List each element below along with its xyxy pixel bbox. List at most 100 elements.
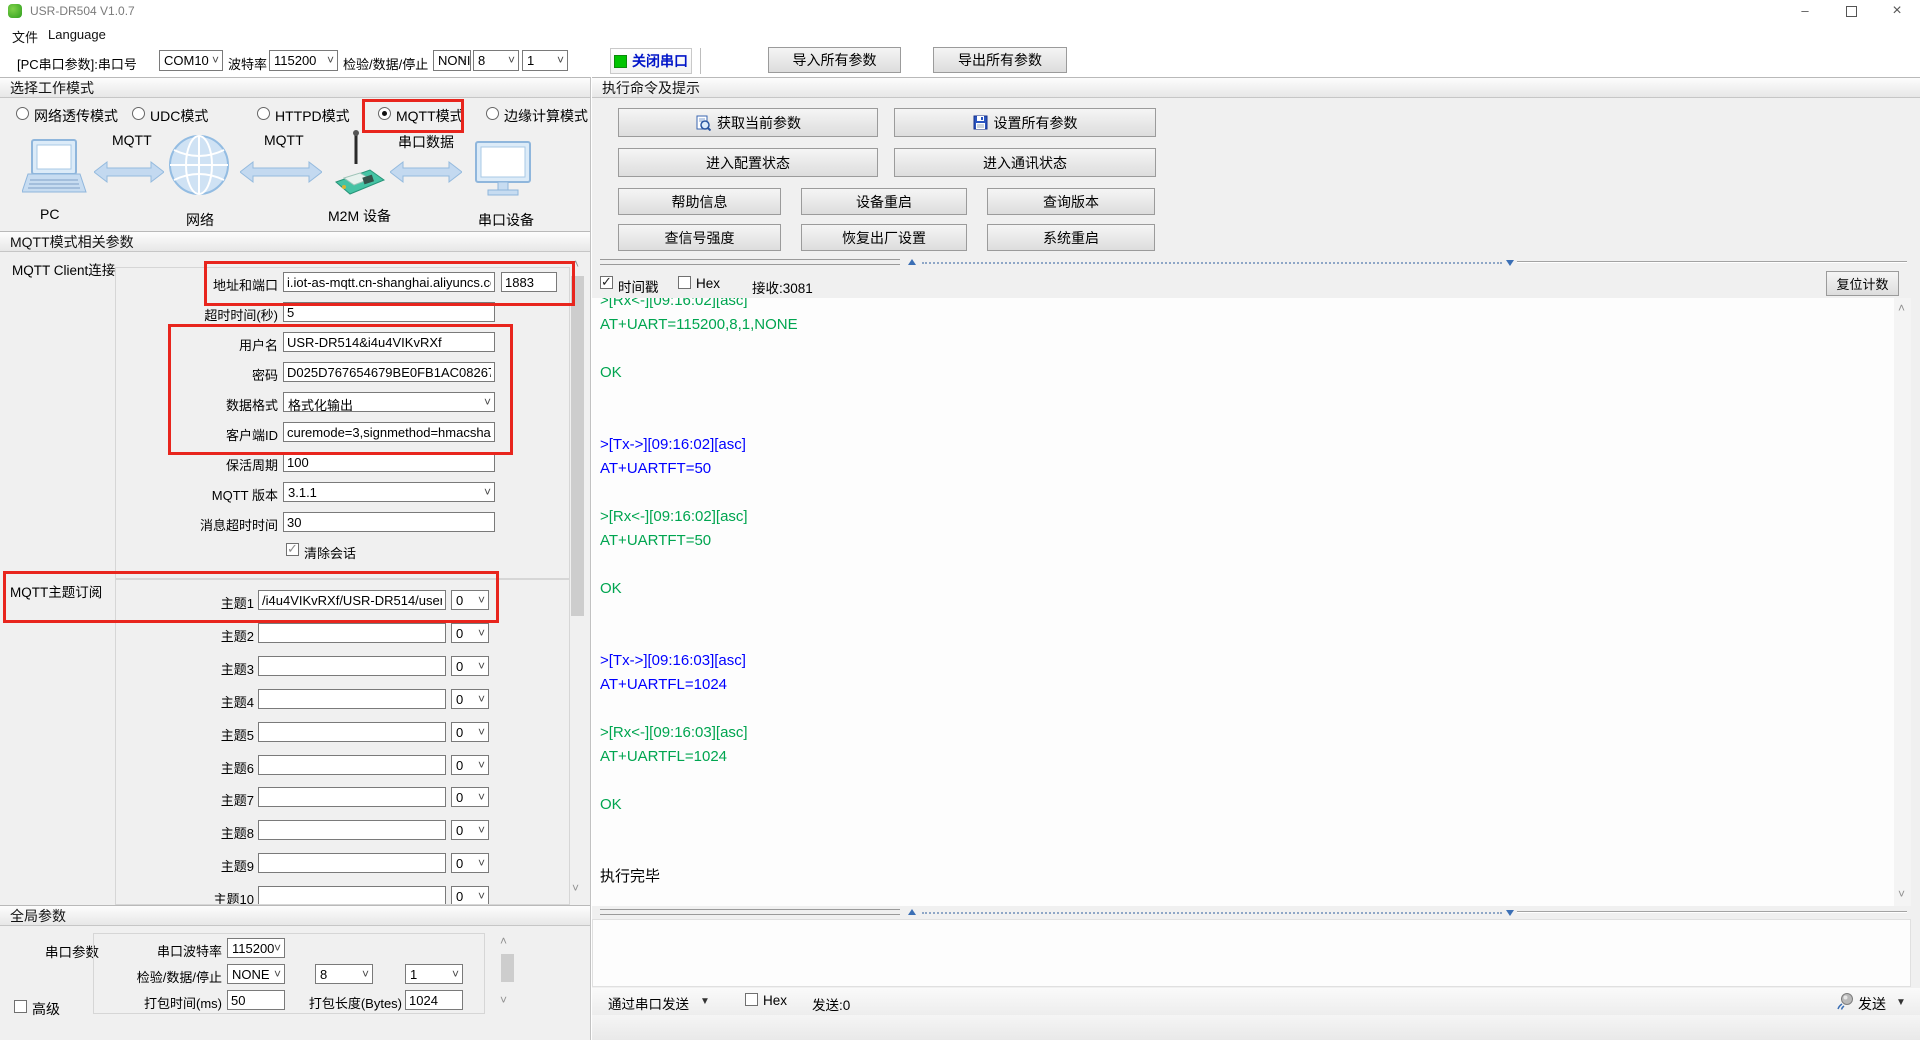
- baud-select[interactable]: 115200: [269, 50, 338, 71]
- stopbits-select[interactable]: 1: [522, 50, 568, 71]
- log-hscrollbar-top[interactable]: [592, 257, 1911, 268]
- topic-qos-select[interactable]: 0: [451, 853, 489, 874]
- signal-strength-button[interactable]: 查信号强度: [618, 224, 781, 251]
- topic-qos-select[interactable]: 0: [451, 655, 489, 676]
- topic-input[interactable]: [258, 622, 446, 643]
- reset-count-button[interactable]: 复位计数: [1826, 271, 1899, 296]
- packlen-input[interactable]: [405, 990, 463, 1010]
- g-parity-select[interactable]: NONE: [227, 964, 285, 984]
- radio-edge-label[interactable]: 边缘计算模式: [504, 106, 588, 126]
- radio-httpd-mode[interactable]: [257, 107, 270, 120]
- clean-session-checkbox[interactable]: [286, 541, 299, 557]
- hex-label[interactable]: Hex: [696, 276, 720, 291]
- radio-udc-label[interactable]: UDC模式: [150, 106, 208, 126]
- data-format-select[interactable]: 格式化输出: [283, 392, 495, 412]
- menu-file[interactable]: 文件: [8, 25, 42, 48]
- radio-transparent-mode[interactable]: [16, 107, 29, 120]
- hscroll-thumb[interactable]: [600, 909, 900, 915]
- close-button[interactable]: ×: [1874, 0, 1920, 22]
- menu-language[interactable]: Language: [44, 25, 110, 44]
- radio-udc-mode[interactable]: [132, 107, 145, 120]
- advanced-checkbox[interactable]: [14, 1000, 27, 1013]
- import-params-button[interactable]: 导入所有参数: [768, 47, 901, 73]
- mqtt-version-select[interactable]: 3.1.1: [283, 482, 495, 502]
- mqtt-address-input[interactable]: [283, 272, 495, 292]
- topic-input[interactable]: [258, 721, 446, 742]
- enter-comm-button[interactable]: 进入通讯状态: [894, 148, 1156, 177]
- global-scroll-down-icon[interactable]: [500, 992, 507, 1007]
- timeout-input[interactable]: [283, 302, 495, 322]
- com-port-select[interactable]: COM10: [159, 50, 223, 71]
- send-hex-label[interactable]: Hex: [763, 993, 787, 1008]
- minimize-button[interactable]: –: [1782, 0, 1828, 22]
- log-scroll-down-icon[interactable]: [1898, 886, 1905, 901]
- send-dropdown-icon[interactable]: ▼: [1896, 997, 1906, 1008]
- timestamp-checkbox[interactable]: [600, 274, 613, 290]
- radio-transparent-label[interactable]: 网络透传模式: [34, 106, 118, 126]
- databits-select[interactable]: 8: [473, 50, 519, 71]
- set-params-button[interactable]: 设置所有参数: [894, 108, 1156, 137]
- params-scroll-up-icon[interactable]: [572, 256, 579, 271]
- maximize-button[interactable]: [1828, 0, 1874, 22]
- topic-input[interactable]: [258, 820, 446, 841]
- topic-qos-select[interactable]: 0: [451, 688, 489, 709]
- parity-select[interactable]: NONI: [433, 50, 471, 71]
- factory-reset-button[interactable]: 恢复出厂设置: [801, 224, 967, 251]
- username-input[interactable]: [283, 332, 495, 352]
- export-params-button[interactable]: 导出所有参数: [933, 47, 1067, 73]
- device-restart-button[interactable]: 设备重启: [801, 188, 967, 215]
- log-vscrollbar[interactable]: [1894, 298, 1911, 906]
- topic-qos-select[interactable]: 0: [451, 754, 489, 775]
- topic-qos-select[interactable]: 0: [451, 787, 489, 808]
- topic-qos-select[interactable]: 0: [451, 721, 489, 742]
- send-via-serial-label[interactable]: 通过串口发送: [608, 993, 689, 1013]
- packtime-input[interactable]: [227, 990, 285, 1010]
- params-scrollbar-thumb[interactable]: [571, 276, 584, 616]
- password-input[interactable]: [283, 362, 495, 382]
- enter-config-button[interactable]: 进入配置状态: [618, 148, 878, 177]
- log-output-area[interactable]: >[Rx<-][09:16:02][asc] AT+UART=115200,8,1…: [592, 298, 1894, 906]
- g-baud-select[interactable]: 115200: [227, 938, 285, 958]
- radio-edge-mode[interactable]: [486, 107, 499, 120]
- advanced-label[interactable]: 高级: [32, 999, 60, 1019]
- topic-qos-select[interactable]: 0: [451, 590, 489, 610]
- send-input-area[interactable]: [592, 919, 1911, 987]
- send-icon[interactable]: [1836, 992, 1854, 1010]
- log-scroll-up-icon[interactable]: [1898, 300, 1905, 315]
- topic-input[interactable]: [258, 688, 446, 709]
- params-scroll-down-icon[interactable]: [572, 880, 579, 895]
- log-hscrollbar-bottom[interactable]: [592, 907, 1911, 918]
- hex-checkbox[interactable]: [678, 276, 691, 289]
- send-button[interactable]: 发送: [1858, 994, 1886, 1014]
- topic-input[interactable]: [258, 886, 446, 904]
- timestamp-label[interactable]: 时间戳: [618, 276, 659, 296]
- get-params-button[interactable]: 获取当前参数: [618, 108, 878, 137]
- keepalive-input[interactable]: [283, 452, 495, 472]
- topic-qos-select[interactable]: 0: [451, 820, 489, 841]
- radio-mqtt-label[interactable]: MQTT模式: [396, 106, 464, 126]
- send-hex-checkbox[interactable]: [745, 993, 758, 1006]
- system-restart-button[interactable]: 系统重启: [987, 224, 1155, 251]
- topic-qos-select[interactable]: 0: [451, 886, 489, 904]
- hscroll-thumb[interactable]: [600, 259, 900, 265]
- send-via-dropdown-icon[interactable]: ▼: [700, 996, 710, 1007]
- global-scrollbar-thumb[interactable]: [501, 954, 514, 982]
- close-serial-button[interactable]: 关闭串口: [610, 48, 692, 74]
- topic-input[interactable]: [258, 754, 446, 775]
- topic-input[interactable]: [258, 655, 446, 676]
- g-databits-select[interactable]: 8: [315, 964, 373, 984]
- mqtt-port-input[interactable]: [501, 272, 557, 292]
- clientid-input[interactable]: [283, 422, 495, 442]
- msg-timeout-input[interactable]: [283, 512, 495, 532]
- g-stopbits-select[interactable]: 1: [405, 964, 463, 984]
- topic-input[interactable]: [258, 853, 446, 874]
- topic-input[interactable]: [258, 590, 446, 610]
- query-version-button[interactable]: 查询版本: [987, 188, 1155, 215]
- help-info-button[interactable]: 帮助信息: [618, 188, 781, 215]
- global-scroll-up-icon[interactable]: [500, 933, 507, 948]
- radio-httpd-label[interactable]: HTTPD模式: [275, 106, 350, 126]
- radio-mqtt-mode[interactable]: [378, 107, 391, 120]
- topic-input[interactable]: [258, 787, 446, 808]
- clean-session-label[interactable]: 清除会话: [304, 543, 356, 562]
- topic-qos-select[interactable]: 0: [451, 622, 489, 643]
